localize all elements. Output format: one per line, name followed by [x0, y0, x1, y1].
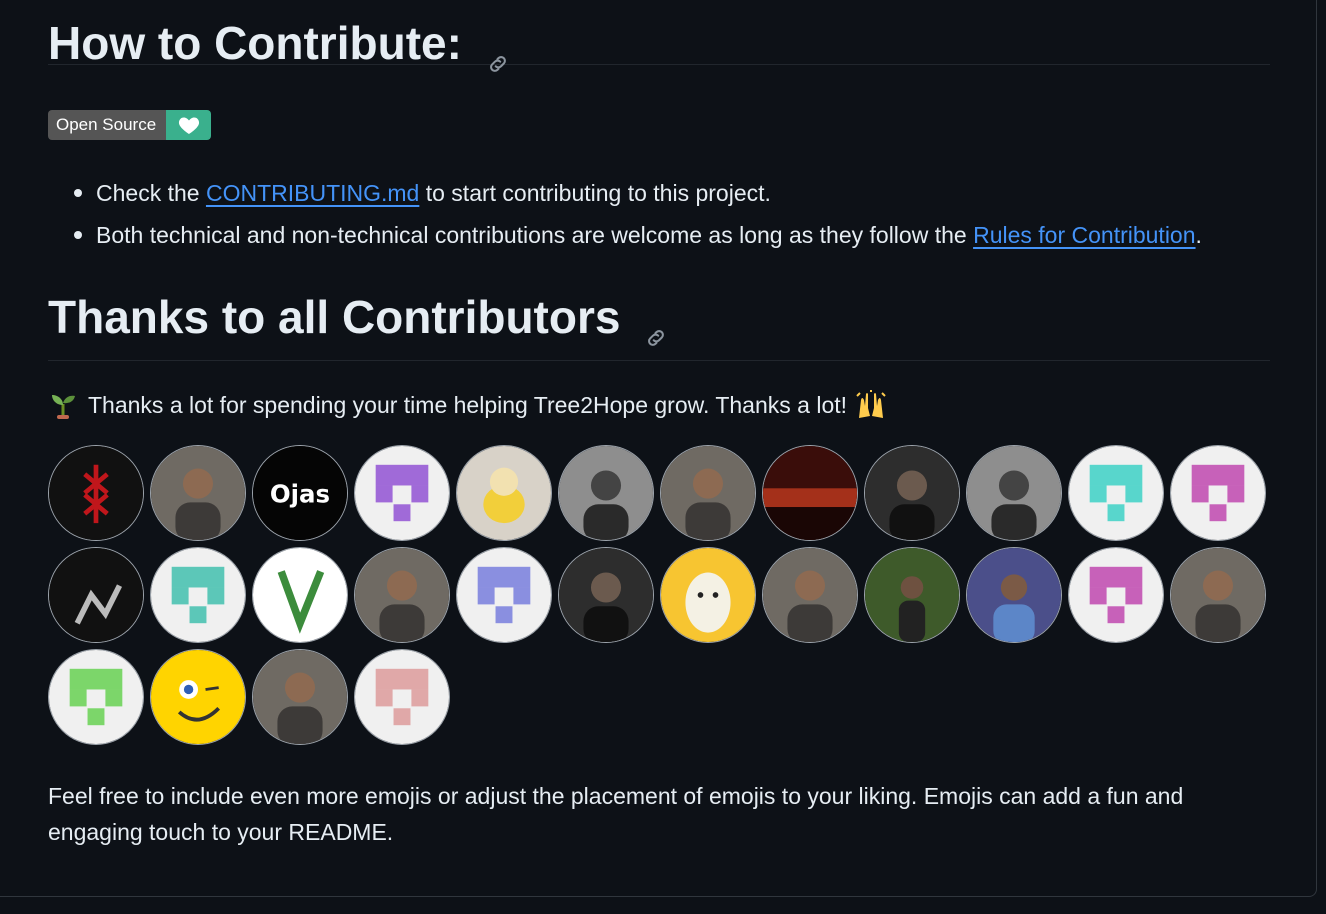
- thanks-message: Thanks a lot for spending your time help…: [48, 388, 887, 422]
- contributor-avatar[interactable]: [48, 445, 144, 541]
- contributor-avatar[interactable]: [150, 547, 246, 643]
- contributor-avatar[interactable]: [864, 445, 960, 541]
- contributor-avatar[interactable]: [762, 445, 858, 541]
- contribute-list: Check the CONTRIBUTING.md to start contr…: [48, 172, 1202, 256]
- contributor-avatar[interactable]: [762, 547, 858, 643]
- open-source-badge[interactable]: Open Source: [48, 110, 212, 140]
- contributor-avatar[interactable]: [48, 547, 144, 643]
- contributor-avatar[interactable]: [660, 445, 756, 541]
- contributor-avatar[interactable]: [150, 445, 246, 541]
- contributor-avatar[interactable]: [1068, 547, 1164, 643]
- contributor-avatar[interactable]: [966, 547, 1062, 643]
- contributor-avatar[interactable]: Ojas: [252, 445, 348, 541]
- list-text: .: [1195, 222, 1202, 248]
- list-text: to start contributing to this project.: [419, 180, 771, 206]
- list-text: Both technical and non-technical contrib…: [96, 222, 974, 248]
- heading-thanks-contributors: Thanks to all Contributors: [48, 294, 1270, 361]
- contributor-avatar[interactable]: [558, 445, 654, 541]
- contributor-avatar[interactable]: [660, 547, 756, 643]
- thanks-text: Thanks a lot for spending your time help…: [88, 392, 848, 418]
- heading-text: How to Contribute:: [48, 17, 462, 69]
- contributor-avatar[interactable]: [252, 547, 348, 643]
- link-anchor-icon[interactable]: [487, 36, 509, 72]
- heading-text: Thanks to all Contributors: [48, 291, 621, 343]
- contributor-avatar[interactable]: [558, 547, 654, 643]
- raised-hands-icon: [855, 390, 887, 420]
- contributor-avatar[interactable]: [354, 649, 450, 745]
- contributor-avatar[interactable]: [456, 445, 552, 541]
- contributor-avatar[interactable]: [966, 445, 1062, 541]
- footer-text: Feel free to include even more emojis or…: [48, 783, 1184, 845]
- svg-text:Ojas: Ojas: [270, 479, 330, 508]
- contributor-avatar[interactable]: [1170, 547, 1266, 643]
- readme-content: How to Contribute: Open Source Check the…: [48, 0, 1270, 845]
- contributor-avatar[interactable]: [456, 547, 552, 643]
- contributor-avatar[interactable]: [48, 649, 144, 745]
- contributor-avatar[interactable]: [1068, 445, 1164, 541]
- contributor-avatar[interactable]: [864, 547, 960, 643]
- contributor-avatar[interactable]: [354, 547, 450, 643]
- list-item: Check the CONTRIBUTING.md to start contr…: [74, 172, 1202, 214]
- link-anchor-icon[interactable]: [645, 310, 667, 346]
- contributor-avatar[interactable]: [1170, 445, 1266, 541]
- rules-link[interactable]: Rules for Contribution: [973, 222, 1195, 248]
- heart-icon: [166, 110, 212, 140]
- list-text: Check the: [96, 180, 206, 206]
- heading-how-to-contribute: How to Contribute:: [48, 0, 1270, 72]
- list-item: Both technical and non-technical contrib…: [74, 214, 1202, 256]
- contributor-avatar[interactable]: [354, 445, 450, 541]
- seedling-icon: [48, 390, 78, 420]
- contributing-md-link[interactable]: CONTRIBUTING.md: [206, 180, 419, 206]
- contributor-avatar[interactable]: [150, 649, 246, 745]
- contributor-avatar[interactable]: [252, 649, 348, 745]
- badge-label: Open Source: [48, 110, 167, 140]
